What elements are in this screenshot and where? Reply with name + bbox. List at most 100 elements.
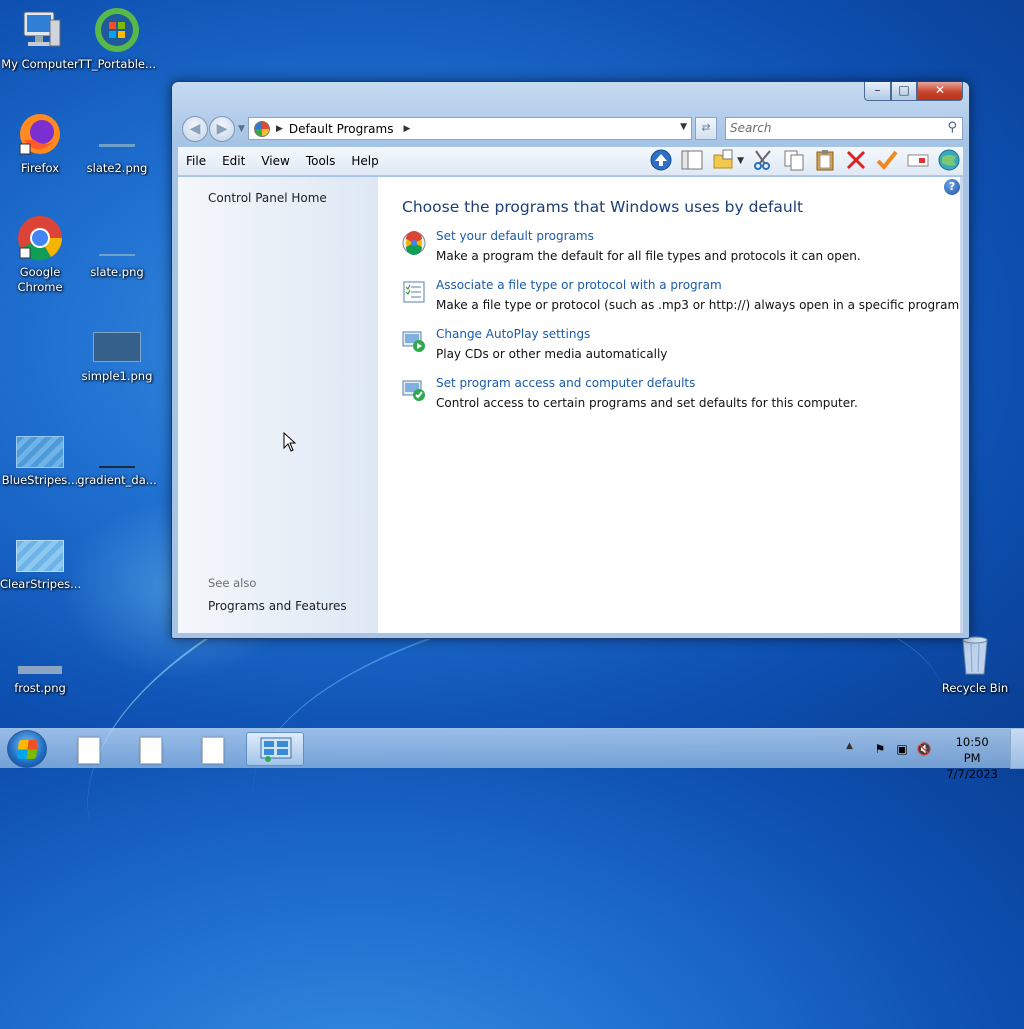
task-description: Make a program the default for all file … [436,249,861,263]
document-icon [140,737,162,764]
desktop-icon-simple1[interactable]: simple1.png [77,318,157,384]
desktop-icon-frost[interactable]: frost.png [0,630,80,696]
image-file-icon [16,630,64,678]
mouse-cursor-icon [283,432,297,452]
associate-file-type-link[interactable]: Associate a file type or protocol with a… [436,278,722,292]
default-programs-icon [402,231,426,255]
image-file-icon [16,526,64,574]
document-icon [78,737,100,764]
folders-pane-icon[interactable] [680,149,704,173]
clock-time: 10:50 PM [955,735,989,765]
desktop-icon-clearstripes[interactable]: ClearStripes... [0,526,80,592]
minimize-button[interactable]: – [864,82,891,101]
task-change-autoplay: Change AutoPlay settings Play CDs or oth… [402,327,962,367]
toolbar: ▼ [642,149,961,173]
delete-icon[interactable] [844,149,868,173]
close-button[interactable]: ✕ [917,82,963,101]
task-set-default-programs: Set your default programs Make a program… [402,229,962,269]
desktop-icon-google-chrome[interactable]: Google Chrome [0,214,80,295]
desktop-icon-label: simple1.png [81,369,153,383]
program-access-defaults-link[interactable]: Set program access and computer defaults [436,376,695,390]
programs-and-features-link[interactable]: Programs and Features [208,599,347,613]
desktop-icon-gradient[interactable]: gradient_da... [77,422,157,488]
desktop-icon-label: TT_Portable... [78,57,156,71]
desktop-icon-label: slate.png [90,265,144,279]
rename-icon[interactable] [906,149,930,173]
menu-help[interactable]: Help [343,154,386,168]
control-panel-home-link[interactable]: Control Panel Home [208,191,327,205]
desktop-icon-recycle-bin[interactable]: Recycle Bin [935,630,1015,696]
breadcrumb-arrow-icon[interactable]: ▶ [276,124,283,134]
breadcrumb-default-programs[interactable]: Default Programs [289,122,394,136]
volume-muted-icon[interactable]: 🔇 [916,741,932,757]
network-icon[interactable]: ▣ [894,741,910,757]
taskbar-item-document-1[interactable] [60,732,118,766]
menu-edit[interactable]: Edit [214,154,253,168]
desktop-icon-label: Recycle Bin [941,681,1009,695]
desktop-icon-slate2[interactable]: slate2.png [77,110,157,176]
desktop-icon-label: frost.png [14,681,66,695]
taskbar-item-document-3[interactable] [184,732,242,766]
task-program-access: Set program access and computer defaults… [402,376,962,416]
desktop-icon-label: Google Chrome [17,265,63,294]
desktop-icon-firefox[interactable]: Firefox [0,110,80,176]
address-history-dropdown[interactable]: ▼ [680,122,687,132]
action-center-icon[interactable]: ⚑ [872,741,888,757]
image-file-icon [93,422,141,470]
desktop-icon-bluestripes[interactable]: BlueStripes... [0,422,80,488]
desktop-icon-label: Firefox [20,161,60,175]
up-folder-icon[interactable] [649,149,673,173]
navigation-bar: ◀ ▶ ▼ ▶ Default Programs ▶ ▼ ⇄ Search ⚲ [180,115,963,142]
desktop-icon-slate[interactable]: slate.png [77,214,157,280]
start-button[interactable] [7,730,47,768]
windows-orb-icon [93,6,141,54]
desktop-icon-tt-portable[interactable]: TT_Portable... [77,6,157,72]
taskbar: ▲ ⚑ ▣ 🔇 10:50 PM 7/7/2023 [0,728,1024,781]
copy-icon[interactable] [782,149,806,173]
control-panel-icon [254,120,270,137]
system-clock[interactable]: 10:50 PM 7/7/2023 [946,734,998,782]
search-icon[interactable]: ⚲ [947,120,957,135]
task-description: Control access to certain programs and s… [436,396,858,410]
see-also-heading: See also [208,576,257,590]
breadcrumb-arrow-icon[interactable]: ▶ [403,124,410,134]
maximize-button[interactable]: □ [891,82,917,101]
image-file-icon [93,318,141,366]
desktop-icon-label: slate2.png [86,161,148,175]
globe-icon[interactable] [937,149,961,173]
desktop-icon-label: ClearStripes... [0,577,80,591]
properties-check-icon[interactable] [875,149,899,173]
search-input[interactable]: Search ⚲ [725,117,963,140]
taskbar-item-document-2[interactable] [122,732,180,766]
menu-bar: File Edit View Tools Help ▼ [178,147,963,176]
show-desktop-button[interactable] [1010,729,1024,769]
views-icon[interactable] [711,149,735,173]
set-default-programs-link[interactable]: Set your default programs [436,229,594,243]
address-bar[interactable]: ▶ Default Programs ▶ ▼ [248,117,692,140]
search-placeholder: Search [730,121,772,135]
windows-logo-icon [17,740,38,759]
forward-button[interactable]: ▶ [209,116,235,142]
back-button[interactable]: ◀ [182,116,208,142]
recent-pages-dropdown[interactable]: ▼ [238,124,245,134]
refresh-button[interactable]: ⇄ [695,117,717,140]
file-association-icon [402,280,426,304]
views-dropdown-icon[interactable]: ▼ [737,156,744,166]
cut-icon[interactable] [751,149,775,173]
taskbar-item-control-panel[interactable] [246,732,304,766]
menu-file[interactable]: File [178,154,214,168]
caption-buttons: – □ ✕ [864,82,963,101]
menu-view[interactable]: View [253,154,297,168]
task-description: Play CDs or other media automatically [436,347,668,361]
help-icon[interactable]: ? [944,179,960,195]
paste-icon[interactable] [813,149,837,173]
image-file-icon [93,214,141,262]
menu-tools[interactable]: Tools [298,154,344,168]
desktop-icon-my-computer[interactable]: My Computer [0,6,80,72]
task-associate-file-type: Associate a file type or protocol with a… [402,278,963,318]
firefox-icon [16,110,64,158]
show-hidden-icons-button[interactable]: ▲ [846,741,853,751]
window-right-border [960,177,963,633]
change-autoplay-link[interactable]: Change AutoPlay settings [436,327,590,341]
computer-icon [16,6,64,54]
